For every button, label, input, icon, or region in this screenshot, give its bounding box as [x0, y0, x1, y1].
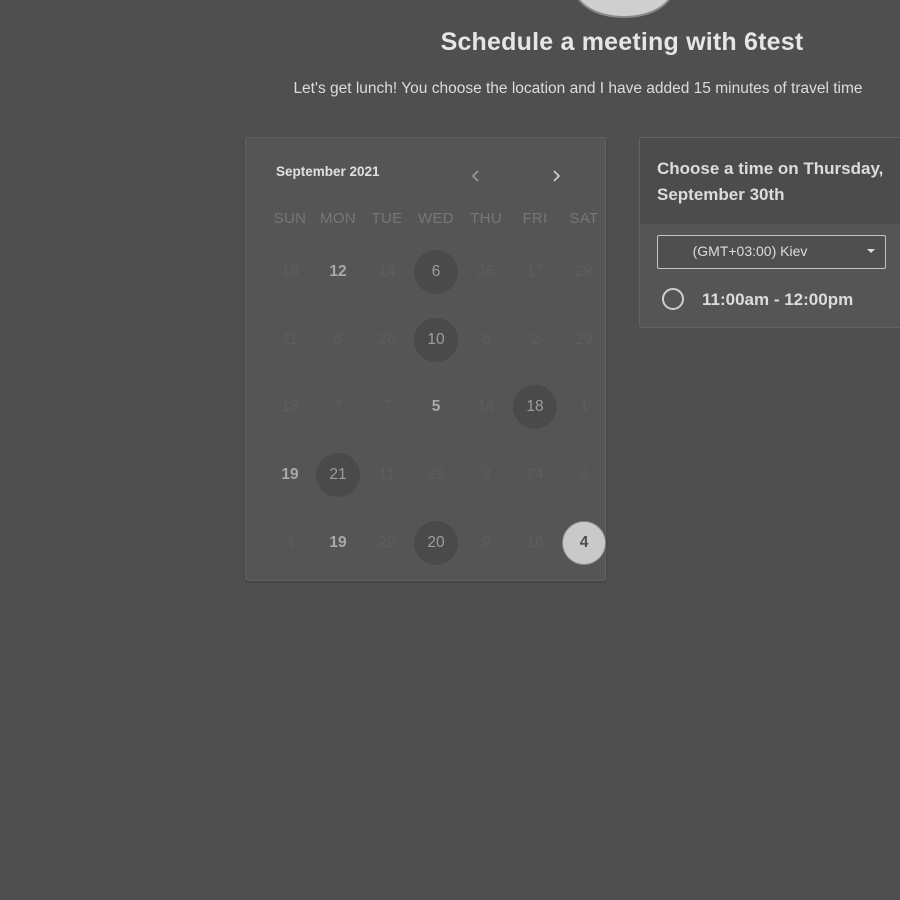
- weekday-mon: MON: [320, 210, 356, 227]
- calendar-day: 24: [526, 466, 544, 483]
- timezone-value: (GMT+03:00) Kiev: [692, 243, 808, 259]
- available-day[interactable]: 6: [414, 250, 458, 294]
- calendar-day: 18: [281, 263, 299, 280]
- calendar-day: 3: [481, 466, 491, 483]
- calendar: September 2021 SUN MON TUE WED THU FRI SAT 18 1…: [245, 137, 606, 581]
- calendar-day: 19: [329, 534, 347, 551]
- caret-down-icon: [867, 249, 875, 253]
- calendar-day: 6: [333, 331, 343, 348]
- calendar-day: 26: [477, 263, 495, 280]
- next-month-button[interactable]: [544, 164, 568, 188]
- weekday-fri: FRI: [522, 210, 548, 227]
- weekday-wed: WED: [418, 210, 454, 227]
- calendar-day: 14: [477, 398, 495, 415]
- calendar-day: 29: [575, 331, 593, 348]
- calendar-day: 14: [378, 263, 396, 280]
- calendar-day: 9: [481, 534, 491, 551]
- calendar-day: 4: [285, 534, 295, 551]
- available-day[interactable]: 20: [414, 521, 458, 565]
- calendar-day: 7: [382, 398, 392, 415]
- calendar-day: 12: [329, 263, 347, 280]
- page-title: Schedule a meeting with 6test: [440, 28, 804, 56]
- calendar-day: 11: [378, 466, 396, 483]
- weekday-tue: TUE: [371, 210, 403, 227]
- previous-month-button[interactable]: [464, 164, 488, 188]
- weekday-header: SUN MON TUE WED THU FRI SAT: [246, 210, 605, 230]
- time-slot-label: 11:00am - 12:00pm: [702, 290, 854, 309]
- timezone-select[interactable]: (GMT+03:00) Kiev: [657, 235, 886, 269]
- calendar-day: 17: [526, 263, 544, 280]
- calendar-day: 6: [481, 331, 491, 348]
- radio-button[interactable]: [662, 288, 684, 310]
- chevron-right-icon: [553, 170, 561, 182]
- calendar-day: 2: [530, 331, 540, 348]
- calendar-day: 7: [333, 398, 343, 415]
- calendar-day: 19: [281, 466, 299, 483]
- calendar-day: 11: [281, 331, 299, 348]
- page-subtitle: Let's get lunch! You choose the location…: [293, 80, 863, 97]
- month-label: September 2021: [276, 164, 380, 179]
- calendar-day: 2: [579, 466, 589, 483]
- calendar-day: 5: [431, 398, 441, 415]
- calendar-day: 1: [579, 398, 589, 415]
- available-day[interactable]: 18: [513, 385, 557, 429]
- calendar-day: 20: [378, 331, 396, 348]
- weekday-sat: SAT: [569, 210, 599, 227]
- calendar-day: 29: [378, 534, 396, 551]
- time-picker-title: Choose a time on Thursday, September 30t…: [657, 159, 884, 204]
- chevron-left-icon: [471, 170, 479, 182]
- time-picker-header: Choose a time on Thursday, September 30t…: [640, 138, 900, 224]
- calendar-day: 13: [281, 398, 299, 415]
- available-day[interactable]: 10: [414, 318, 458, 362]
- host-avatar: [574, 0, 674, 18]
- calendar-day: 29: [427, 466, 445, 483]
- calendar-day: 16: [526, 534, 544, 551]
- calendar-day: 29: [575, 263, 593, 280]
- weekday-thu: THU: [470, 210, 502, 227]
- time-picker-panel: Choose a time on Thursday, September 30t…: [639, 137, 900, 328]
- selected-day[interactable]: 4: [562, 521, 606, 565]
- available-day[interactable]: 21: [316, 453, 360, 497]
